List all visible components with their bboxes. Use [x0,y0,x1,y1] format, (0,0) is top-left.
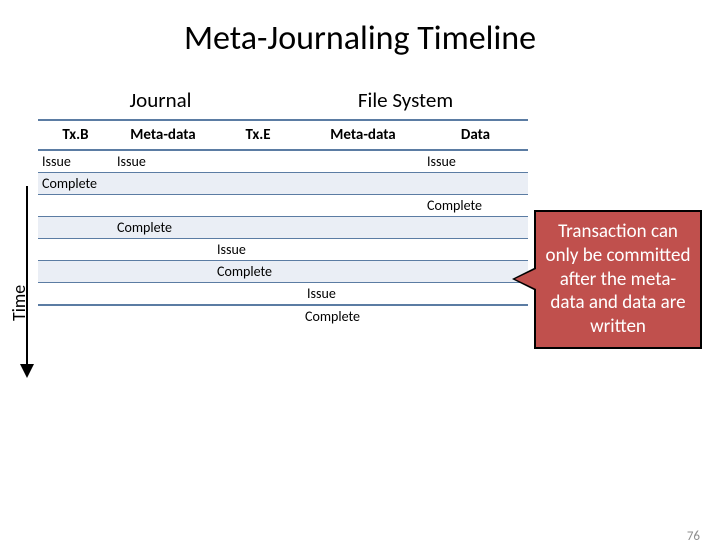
cell [113,239,213,260]
table-row: Complete [38,217,528,239]
table-row: Complete [38,195,528,217]
cell [303,217,423,238]
col-metadata-fs: Meta-data [303,121,423,149]
callout-text: Transaction can only be committed after … [546,220,691,338]
table-row: Issue Issue Issue [38,151,528,173]
cell [113,261,213,282]
col-metadata-journal: Meta-data [113,121,213,149]
column-header-row: Tx.B Meta-data Tx.E Meta-data Data [38,119,528,151]
cell [213,195,303,216]
cell [38,283,113,304]
group-journal: Journal [38,87,283,113]
cell [213,151,303,172]
axis-arrow-icon [20,364,34,378]
cell: Complete [423,195,528,216]
cell [38,261,113,282]
axis-line [26,186,28,366]
table-row: Issue [38,283,528,306]
cell [303,151,423,172]
callout-box: Transaction can only be committed after … [534,210,702,349]
group-filesystem: File System [283,87,528,113]
cell: Complete [38,173,113,194]
cell [213,217,303,238]
page-number: 76 [687,529,700,544]
cell: Issue [423,151,528,172]
slide-title: Meta-Journaling Timeline [0,18,720,59]
cell: Issue [113,151,213,172]
extra-complete: Complete [303,306,528,325]
cell [423,217,528,238]
callout-arrow-inner [515,269,536,289]
cell [38,217,113,238]
cell [213,173,303,194]
cell [113,195,213,216]
col-txb: Tx.B [38,121,113,149]
cell [423,173,528,194]
cell [213,283,303,304]
cell: Issue [213,239,303,260]
group-header-row: Journal File System [38,87,528,113]
cell [38,239,113,260]
table-row: Issue [38,239,528,261]
cell [303,195,423,216]
cell: Complete [213,261,303,282]
table-row: Complete [38,261,528,283]
cell [38,195,113,216]
cell [423,239,528,260]
cell: Issue [38,151,113,172]
col-data: Data [423,121,528,149]
timeline-table: Journal File System Tx.B Meta-data Tx.E … [38,87,528,325]
cell [113,283,213,304]
table-row: Complete [38,173,528,195]
cell [303,173,423,194]
time-axis: Time [16,186,36,391]
cell [303,239,423,260]
cell [113,173,213,194]
cell: Complete [113,217,213,238]
cell [303,261,423,282]
col-txe: Tx.E [213,121,303,149]
cell: Issue [303,283,423,304]
